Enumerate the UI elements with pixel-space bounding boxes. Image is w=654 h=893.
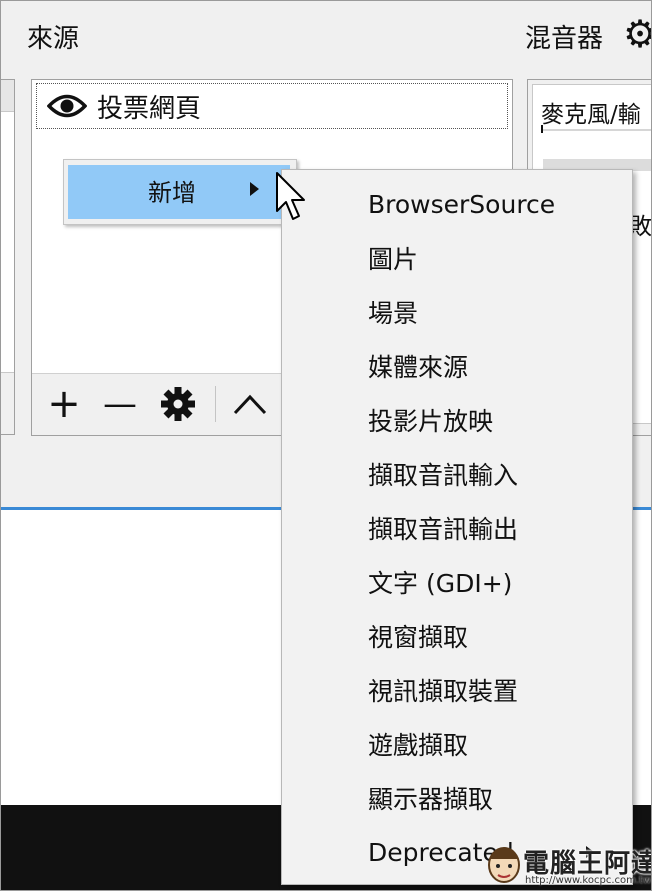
menu-item-audio-output-capture[interactable]: 擷取音訊輸出 (368, 508, 518, 548)
menu-item-video-capture-device[interactable]: 視訊擷取裝置 (368, 670, 518, 710)
menu-item-audio-input-capture[interactable]: 擷取音訊輸入 (368, 454, 518, 494)
eye-icon[interactable] (47, 93, 87, 119)
gear-icon (161, 387, 195, 421)
menu-item-browser-source[interactable]: BrowserSource (368, 184, 555, 224)
menu-item-scene[interactable]: 場景 (368, 292, 418, 332)
menu-item-display-capture[interactable]: 顯示器擷取 (368, 778, 493, 818)
watermark-url: http://www.kocpc.com.tw (525, 875, 652, 886)
source-properties-button[interactable] (156, 382, 200, 426)
mixer-channel-label: 麥克風/輸 (541, 102, 641, 128)
move-source-up-button[interactable] (228, 382, 272, 426)
scenes-toolbar-edge (1, 372, 14, 434)
scenes-list-item-edge (1, 80, 14, 112)
remove-source-button[interactable]: — (98, 382, 142, 426)
add-menu-item-label: 新增 (148, 179, 196, 207)
submenu-arrow-icon (250, 182, 259, 196)
watermark-mascot-icon (488, 847, 520, 883)
menu-item-text-gdi[interactable]: 文字 (GDI+) (368, 562, 512, 602)
source-list-item[interactable]: 投票網頁 (36, 83, 508, 129)
mixer-dock-title: 混音器 (525, 24, 604, 54)
menu-item-slideshow[interactable]: 投影片放映 (368, 400, 493, 440)
chevron-up-icon (233, 394, 267, 415)
mixer-gear-icon[interactable]: ⚙ (623, 15, 651, 53)
add-source-button[interactable]: + (42, 382, 86, 426)
volume-meter-tick (541, 125, 543, 133)
menu-item-image[interactable]: 圖片 (368, 238, 418, 278)
menu-item-media-source[interactable]: 媒體來源 (368, 346, 468, 386)
volume-meter (541, 129, 651, 131)
menu-item-window-capture[interactable]: 視窗擷取 (368, 616, 468, 656)
source-item-label: 投票網頁 (97, 93, 202, 124)
toolbar-separator (215, 386, 216, 422)
sources-dock-title: 來源 (27, 24, 80, 54)
obs-window-crop: 來源 混音器 ⚙ 投票網頁 + — (0, 0, 652, 891)
add-menu: 新增 (63, 159, 297, 225)
mouse-cursor-icon (276, 172, 305, 220)
menu-item-game-capture[interactable]: 遊戲擷取 (368, 724, 468, 764)
add-source-submenu: BrowserSource 圖片 場景 媒體來源 投影片放映 擷取音訊輸入 擷取… (281, 169, 633, 885)
scenes-panel-edge (1, 79, 15, 435)
